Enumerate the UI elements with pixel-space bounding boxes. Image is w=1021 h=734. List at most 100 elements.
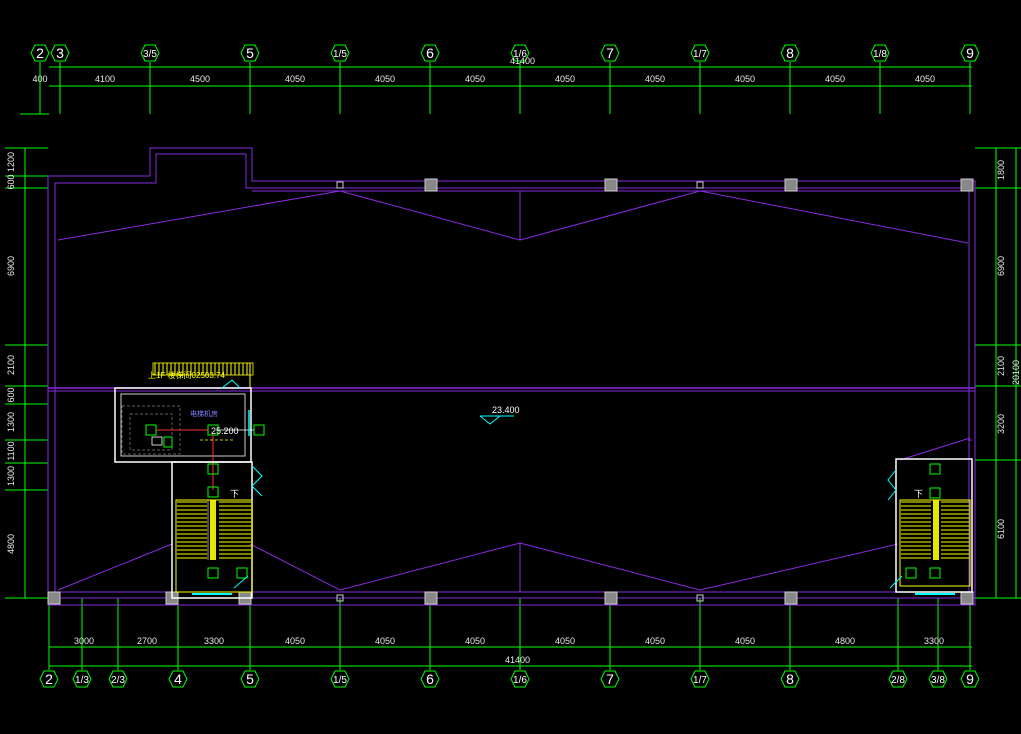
top-axis-label: 2 — [36, 45, 44, 61]
bottom-dimension-text: 4800 — [835, 636, 855, 646]
bottom-dimension-text: 4050 — [285, 636, 305, 646]
bottom-axis-bubble: 4 — [168, 670, 188, 688]
top-axis-label: 7 — [606, 45, 614, 61]
top-dimension-text: 4500 — [190, 74, 210, 84]
stair-note: 上1F 楼梯间02503.74 — [148, 370, 225, 380]
right-dimension-system: 1800 6900 2100 3200 6100 20100 — [975, 147, 1021, 599]
left-dimension-text: 1300 — [6, 466, 16, 486]
left-dimension-text: 4800 — [6, 534, 16, 554]
bottom-axis-bubble: 2 — [39, 670, 59, 688]
bottom-axis-label: 6 — [426, 671, 434, 687]
bottom-axis-bubble: 8 — [780, 670, 800, 688]
top-axis-bubble: 2 — [30, 44, 50, 62]
top-axis-bubble: 1/5 — [330, 44, 350, 62]
bottom-dimension-text: 4050 — [555, 636, 575, 646]
right-dimension-text: 6900 — [996, 256, 1006, 276]
bottom-dimension-text: 3300 — [924, 636, 944, 646]
bottom-axis-label: 7 — [606, 671, 614, 687]
top-axis-label: 9 — [966, 45, 974, 61]
top-axis-bubble: 7 — [600, 44, 620, 62]
bottom-axis-label: 8 — [786, 671, 794, 687]
top-axis-label: 1/5 — [333, 49, 347, 60]
structural-column — [604, 591, 618, 605]
bottom-dimension-text: 4050 — [465, 636, 485, 646]
left-dimension-system: 1200 600 6900 2100 600 1300 1100 1300 4800 — [5, 147, 48, 599]
structural-column — [960, 591, 974, 605]
bottom-dimension-text: 3300 — [204, 636, 224, 646]
right-dimension-text: 1800 — [996, 160, 1006, 180]
bottom-dimension-text: 4050 — [375, 636, 395, 646]
top-axis-label: 1/8 — [873, 49, 887, 60]
bottom-axis-bubble: 2/3 — [108, 670, 128, 688]
bottom-axis-label: 1/6 — [513, 675, 527, 686]
top-dimension-text: 4050 — [645, 74, 665, 84]
bottom-axis-label: 1/5 — [333, 675, 347, 686]
bottom-dimension-text: 2700 — [137, 636, 157, 646]
right-dimension-text: 3200 — [996, 414, 1006, 434]
structural-column — [336, 181, 344, 189]
structural-column — [696, 181, 704, 189]
left-dimension-text: 2100 — [6, 355, 16, 375]
structural-column — [424, 178, 438, 192]
top-axis-bubble: 1/8 — [870, 44, 890, 62]
top-axis-bubble: 3/5 — [140, 44, 160, 62]
top-axis-label: 3/5 — [143, 49, 157, 60]
top-axis-label: 3 — [56, 45, 64, 61]
structural-column — [960, 178, 974, 192]
bottom-total-dimension: 41400 — [505, 655, 530, 665]
top-axis-label: 6 — [426, 45, 434, 61]
bottom-axis-bubble: 1/7 — [690, 670, 710, 688]
structural-column — [604, 178, 618, 192]
bottom-axis-label: 2/3 — [111, 675, 125, 686]
top-dimension-text: 4050 — [555, 74, 575, 84]
structural-column — [47, 591, 61, 605]
left-dimension-text: 1200 — [6, 152, 16, 172]
bottom-axis-label: 1/7 — [693, 675, 707, 686]
top-axis-bubble: 3 — [50, 44, 70, 62]
bottom-axis-label: 2/8 — [891, 675, 905, 686]
bottom-dimension-text: 4050 — [645, 636, 665, 646]
right-stair-marker: 下 — [914, 489, 923, 499]
top-dimension-text: 4050 — [915, 74, 935, 84]
bottom-axis-bubble: 9 — [960, 670, 980, 688]
left-dimension-text: 6900 — [6, 256, 16, 276]
bottom-axis-bubble: 7 — [600, 670, 620, 688]
top-dimension-text: 4050 — [825, 74, 845, 84]
bottom-axis-bubble: 1/5 — [330, 670, 350, 688]
top-total-dimension: 41400 — [510, 56, 535, 66]
bottom-dimension-system: 2 1/3 2/3 4 5 1/5 6 1/6 7 1/7 8 2/8 3/8 9 41400 3000 2… — [39, 598, 980, 688]
left-stair-marker: 下 — [230, 489, 239, 499]
bottom-dimension-text: 4050 — [735, 636, 755, 646]
bottom-axis-label: 3/8 — [931, 675, 945, 686]
bottom-axis-bubble: 6 — [420, 670, 440, 688]
top-dimension-text: 4050 — [375, 74, 395, 84]
top-dimension-system: 2 3 3/5 5 1/5 6 1/6 7 1/7 8 1/8 9 41400 400 4100 4500… — [20, 44, 980, 115]
left-dimension-text: 1300 — [6, 412, 16, 432]
right-total-dimension: 20100 — [1011, 360, 1021, 385]
top-axis-bubble: 9 — [960, 44, 980, 62]
cad-drawing-canvas: 2 3 3/5 5 1/5 6 1/6 7 1/7 8 1/8 9 41400 400 4100 4500… — [5, 44, 1021, 688]
bottom-axis-label: 5 — [246, 671, 254, 687]
right-core: 下 — [887, 458, 973, 595]
top-dimension-text: 4050 — [285, 74, 305, 84]
bottom-axis-label: 2 — [45, 671, 53, 687]
bottom-axis-label: 9 — [966, 671, 974, 687]
left-dimension-text: 600 — [6, 174, 16, 189]
right-dimension-text: 6100 — [996, 519, 1006, 539]
elevation-text: 23.400 — [492, 405, 520, 415]
bottom-axis-bubble: 1/6 — [510, 670, 530, 688]
left-dimension-text: 600 — [6, 387, 16, 402]
room-label: 电梯机房 — [190, 409, 218, 418]
bottom-axis-bubble: 1/3 — [72, 670, 92, 688]
bottom-axis-label: 1/3 — [75, 675, 89, 686]
top-axis-label: 5 — [246, 45, 254, 61]
bottom-axis-bubble: 5 — [240, 670, 260, 688]
structural-column — [784, 591, 798, 605]
left-dimension-text: 1100 — [6, 441, 16, 460]
top-dimension-text: 4050 — [465, 74, 485, 84]
structural-column — [424, 591, 438, 605]
top-axis-label: 1/7 — [693, 49, 707, 60]
top-axis-bubble: 1/7 — [690, 44, 710, 62]
top-axis-label: 8 — [786, 45, 794, 61]
bottom-axis-label: 4 — [174, 671, 182, 687]
